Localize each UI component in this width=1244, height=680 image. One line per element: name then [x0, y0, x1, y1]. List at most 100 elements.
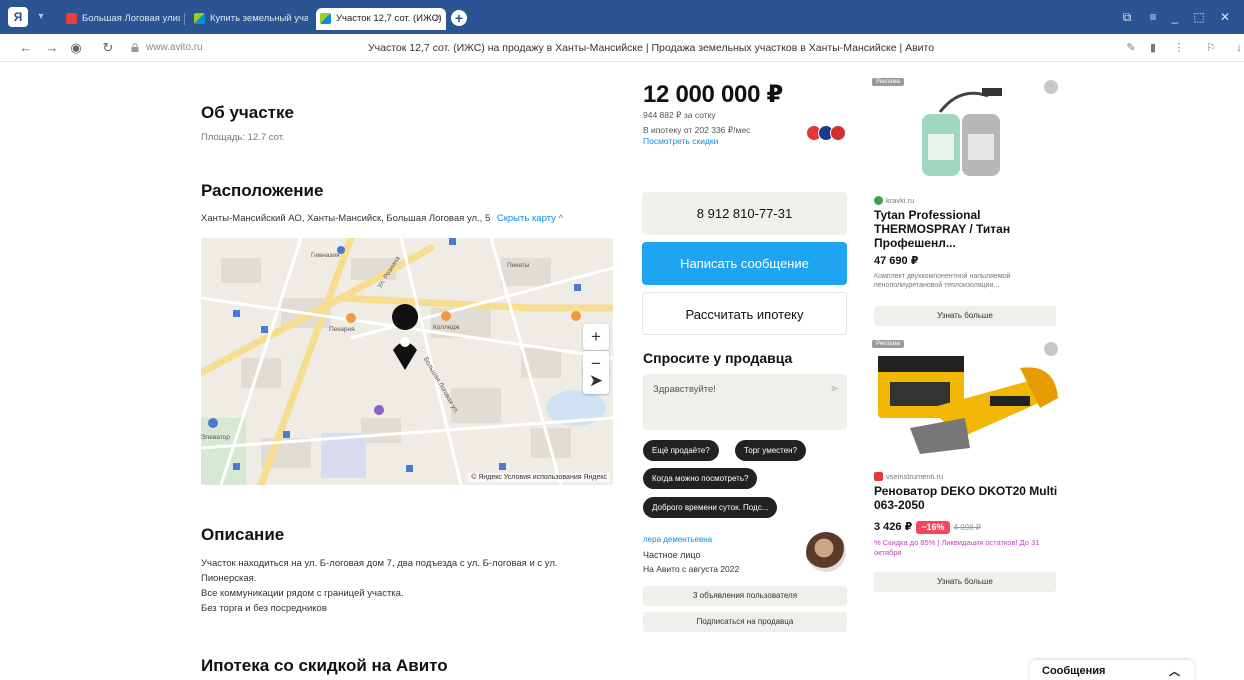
bookmark-icon[interactable]: ▮: [1146, 41, 1160, 55]
map-label: Элеватор: [201, 434, 230, 441]
reload-icon[interactable]: ↻: [100, 40, 116, 56]
lock-icon: [131, 43, 139, 52]
description-text: Участок находиться на ул. Б-логовая дом …: [201, 556, 621, 616]
restore-icon[interactable]: ⬚: [1190, 10, 1208, 24]
page-title[interactable]: Участок 12,7 сот. (ИЖС) на продажу в Хан…: [368, 42, 934, 54]
map-pin-icon: [66, 13, 77, 24]
map-label: Гимназия: [311, 252, 340, 259]
avito-icon: [194, 13, 205, 24]
ad-tag: Реклама: [872, 340, 905, 348]
map-label: Пикеты: [507, 262, 530, 269]
back-icon[interactable]: ←: [18, 40, 34, 56]
chevron-up-icon[interactable]: ︿: [1169, 663, 1180, 679]
subscribe-seller-button[interactable]: Подписаться на продавца: [643, 612, 847, 632]
tab-label: Участок 12,7 сот. (ИЖС): [336, 13, 442, 24]
ad-title[interactable]: Реноватор DEKO DKOT20 Multi 063-2050: [874, 484, 1060, 512]
ad-learn-more-button[interactable]: Узнать больше: [874, 306, 1056, 326]
mortgage-section-title: Ипотека со скидкой на Авито: [201, 656, 448, 675]
close-window-icon[interactable]: ✕: [1216, 10, 1234, 24]
url-domain[interactable]: www.avito.ru: [146, 42, 203, 53]
map-canvas: [201, 238, 613, 485]
forward-icon[interactable]: →: [44, 40, 60, 56]
messages-label: Сообщения: [1042, 665, 1106, 677]
ad-card-deko[interactable]: Реклама vseinstrumenti.ru Реноватор DEKO…: [870, 338, 1062, 600]
seller-name[interactable]: лера дементьевна: [643, 535, 712, 544]
zoom-in-button[interactable]: +: [583, 324, 609, 350]
send-icon[interactable]: ➤: [830, 382, 839, 395]
download-icon[interactable]: ↓: [1232, 41, 1244, 55]
description-line: Без торга и без посредников: [201, 603, 327, 614]
ad-source-text: kravki.ru: [886, 196, 915, 205]
ad-price: 3 426 ₽: [874, 521, 913, 533]
info-icon[interactable]: [1044, 342, 1058, 356]
info-icon[interactable]: [1044, 80, 1058, 94]
source-icon: [874, 472, 883, 481]
ad-price: 47 690 ₽: [874, 255, 919, 267]
ad-source-text: vseinstrumenti.ru: [886, 472, 944, 481]
menu-icon[interactable]: ≡: [1144, 10, 1162, 24]
source-icon: [874, 196, 883, 205]
address-line: Ханты-Мансийский АО, Ханты-Мансийск, Бол…: [201, 213, 563, 224]
bank-icon: [830, 125, 846, 141]
ad-title[interactable]: Tytan Professional THERMOSPRAY / Титан П…: [874, 208, 1060, 250]
ad-image[interactable]: Реклама: [870, 76, 1062, 188]
quick-question-chip[interactable]: Доброго времени суток. Подс...: [643, 497, 778, 518]
mortgage-discounts-link[interactable]: Посмотреть скидки: [643, 136, 813, 147]
tab-label: Купить земельный участ...: [210, 13, 308, 24]
discount-badge: −16%: [916, 521, 950, 534]
address-bar: ← → ◉ ↻ www.avito.ru Участок 12,7 сот. (…: [0, 34, 1244, 62]
show-phone-button[interactable]: 8 912 810-77-31: [642, 192, 847, 235]
description-line: Участок находиться на ул. Б-логовая дом …: [201, 558, 558, 569]
reader-icon[interactable]: ✎: [1124, 41, 1138, 55]
protect-icon[interactable]: ◉: [68, 40, 84, 56]
ad-card-tytan[interactable]: Реклама kravki.ru Tytan Professional THE…: [870, 76, 1062, 331]
quick-question-chip[interactable]: Торг уместен?: [735, 440, 807, 461]
avatar[interactable]: [806, 532, 846, 572]
bookmarks-icon[interactable]: ⧉: [1118, 10, 1136, 24]
map-attribution[interactable]: © Яндекс Условия использования Яндекс: [468, 473, 610, 482]
ad-tag: Реклама: [872, 78, 905, 86]
price: 12 000 000 ₽: [643, 81, 783, 108]
mortgage-line: В ипотеку от 202 336 ₽/мес: [643, 125, 751, 135]
ad-price-row: 3 426 ₽ −16% 4 098 ₽: [874, 520, 981, 534]
browser-tabbar: Я ▾ Большая Логовая улица... Купить земе…: [0, 0, 1244, 34]
geolocation-icon[interactable]: ➤: [583, 368, 609, 394]
extension-icon[interactable]: ⚐: [1204, 41, 1218, 55]
mortgage-info: В ипотеку от 202 336 ₽/мес Посмотреть ск…: [643, 125, 813, 147]
seller-since: На Авито с августа 2022: [643, 564, 740, 574]
tab-label: Большая Логовая улица...: [82, 13, 180, 24]
messages-widget[interactable]: Сообщения ︿: [1030, 660, 1194, 680]
tab-logovaya[interactable]: Большая Логовая улица...: [62, 8, 180, 30]
map-label: Пекарня: [329, 326, 355, 333]
multitool-image: [878, 356, 1058, 454]
ask-seller-input[interactable]: Здравствуйте! ➤: [643, 374, 847, 430]
bank-logos: [806, 125, 848, 143]
minimize-icon[interactable]: _: [1166, 10, 1184, 24]
sale-info: % Скидка до 85% | Ликвидация остатков! Д…: [874, 538, 1040, 557]
calc-mortgage-button[interactable]: Рассчитать ипотеку: [642, 292, 847, 335]
quick-question-chip[interactable]: Ещё продаёте?: [643, 440, 719, 461]
area-value: Площадь: 12.7 сот.: [201, 132, 285, 143]
avito-icon: [320, 13, 331, 24]
more-icon[interactable]: ⋮: [1172, 41, 1186, 55]
address-text: Ханты-Мансийский АО, Ханты-Мансийск, Бол…: [201, 213, 491, 224]
new-tab-button[interactable]: +: [451, 10, 467, 26]
tab-buy-land[interactable]: Купить земельный участ...: [190, 8, 308, 30]
ad-learn-more-button[interactable]: Узнать больше: [874, 572, 1056, 592]
location-title: Расположение: [201, 181, 324, 200]
seller-ads-button[interactable]: 3 объявления пользователя: [643, 586, 847, 606]
foam-cans-image: [922, 88, 1002, 176]
write-message-button[interactable]: Написать сообщение: [642, 242, 847, 285]
ad-image[interactable]: Реклама: [870, 338, 1062, 460]
browser-menu-button[interactable]: Я: [8, 7, 28, 27]
quick-question-chip[interactable]: Когда можно посмотреть?: [643, 468, 758, 489]
close-icon[interactable]: ✕: [434, 8, 442, 30]
map[interactable]: Гимназия Пикеты Пекарня Колледж Ул. Розн…: [201, 238, 613, 485]
ad-source: vseinstrumenti.ru: [874, 472, 943, 481]
tabs-dropdown-icon[interactable]: ▾: [34, 11, 48, 23]
description-line: Все коммуникации рядом с границей участк…: [201, 588, 404, 599]
tab-active-listing[interactable]: Участок 12,7 сот. (ИЖС) ✕: [316, 8, 446, 30]
description-line: Пионерская.: [201, 573, 257, 584]
description-title: Описание: [201, 525, 285, 544]
hide-map-link[interactable]: Скрыть карту ^: [497, 213, 563, 224]
